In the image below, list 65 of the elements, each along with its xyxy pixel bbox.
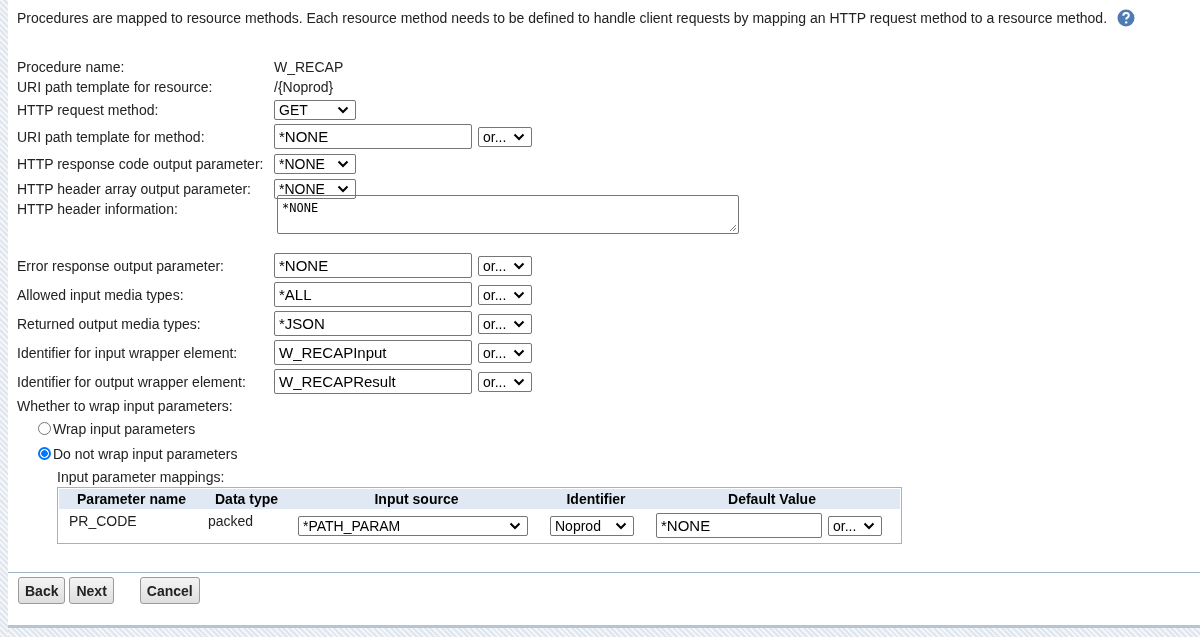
caret-icon <box>509 521 521 530</box>
field-label: URI path template for resource: <box>17 79 214 95</box>
dropdown[interactable]: GET <box>274 99 356 120</box>
field-label: HTTP request method: <box>17 101 160 118</box>
caret-icon <box>863 521 875 530</box>
dropdown[interactable]: *NONE <box>274 153 356 174</box>
input-field[interactable]: *NONE <box>274 124 472 149</box>
dropdown[interactable]: *NONE <box>274 178 356 199</box>
field-label: Procedure name: <box>17 59 126 75</box>
dropdown[interactable]: or... <box>478 126 532 147</box>
input-field[interactable]: *NONE <box>274 253 472 278</box>
field-value: /{Noprod} <box>274 79 334 95</box>
caret-icon <box>513 132 525 141</box>
table-cell-text: packed <box>207 512 255 529</box>
field-label: Allowed input media types: <box>17 286 185 303</box>
input-field[interactable]: *NONE <box>656 513 822 538</box>
caret-icon <box>615 521 627 530</box>
section-label: Input parameter mappings: <box>57 469 226 487</box>
column-header: Identifier <box>565 491 627 507</box>
intro-text: Procedures are mapped to resource methods. Each resource method needs to be defined to handle client requests by mapping an HTTP request method to a resource method. <box>17 10 1108 26</box>
caret-icon <box>513 290 525 299</box>
column-header: Default Value <box>727 491 817 507</box>
caret-icon <box>337 184 349 193</box>
input-field[interactable]: *JSON <box>274 311 472 336</box>
column-header: Parameter name <box>76 491 187 507</box>
field-label: Identifier for output wrapper element: <box>17 373 247 390</box>
field-value: W_RECAP <box>274 59 344 75</box>
column-header: Input source <box>373 491 460 507</box>
field-label: HTTP header information: <box>17 201 179 217</box>
dropdown[interactable]: Noprod <box>550 515 634 536</box>
field-label: URI path template for method: <box>17 128 206 145</box>
dropdown[interactable]: or... <box>478 371 532 392</box>
action-button[interactable]: Cancel <box>139 577 200 604</box>
input-field[interactable]: *ALL <box>274 282 472 307</box>
table-cell-text: PR_CODE <box>68 512 138 529</box>
help-icon[interactable] <box>1117 9 1136 27</box>
caret-icon <box>513 348 525 357</box>
dropdown[interactable]: or... <box>478 313 532 334</box>
column-header: Data type <box>214 491 279 507</box>
dropdown[interactable]: or... <box>478 255 532 276</box>
input-field[interactable]: W_RECAPResult <box>274 369 472 394</box>
input-field[interactable]: W_RECAPInput <box>274 340 472 365</box>
radio-button[interactable] <box>38 422 51 435</box>
dropdown[interactable]: or... <box>478 284 532 305</box>
radio-label: Do not wrap input parameters <box>53 445 238 462</box>
field-label: HTTP header array output parameter: <box>17 180 252 197</box>
section-label: Whether to wrap input parameters: <box>17 398 234 414</box>
field-label: Identifier for input wrapper element: <box>17 344 239 361</box>
text-area[interactable]: *NONE <box>277 195 739 234</box>
radio-button[interactable] <box>38 447 51 460</box>
caret-icon <box>337 105 349 114</box>
caret-icon <box>513 377 525 386</box>
action-button[interactable]: Next <box>69 577 114 604</box>
caret-icon <box>513 261 525 270</box>
radio-label: Wrap input parameters <box>53 420 196 437</box>
caret-icon <box>513 319 525 328</box>
resize-grip-icon[interactable] <box>728 223 737 232</box>
field-label: Returned output media types: <box>17 315 202 332</box>
field-label: Error response output parameter: <box>17 257 225 274</box>
dropdown[interactable]: or... <box>828 515 882 536</box>
field-label: HTTP response code output parameter: <box>17 155 265 172</box>
action-button[interactable]: Back <box>18 577 66 604</box>
dropdown[interactable]: or... <box>478 342 532 363</box>
caret-icon <box>337 159 349 168</box>
dropdown[interactable]: *PATH_PARAM <box>298 515 528 536</box>
